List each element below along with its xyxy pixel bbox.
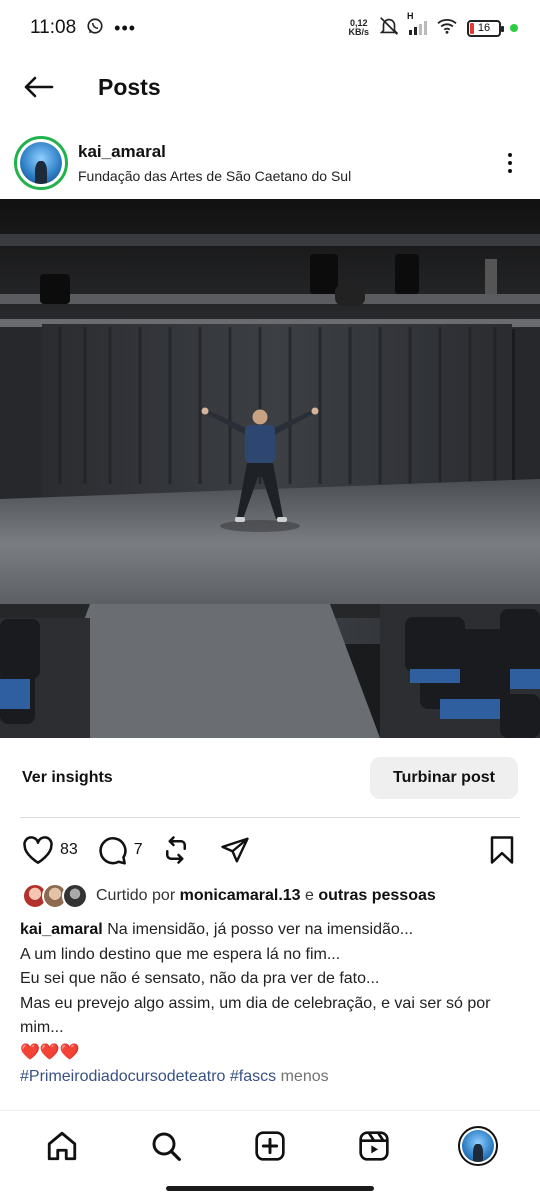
caption-line: Mas eu prevejo algo assim, um dia de cel… (20, 994, 491, 1037)
action-bar: 83 7 (0, 830, 540, 870)
boost-post-button[interactable]: Turbinar post (370, 757, 518, 799)
nav-search[interactable] (141, 1121, 191, 1171)
home-indicator[interactable] (166, 1186, 374, 1191)
view-insights-link[interactable]: Ver insights (22, 769, 113, 787)
home-icon (47, 1131, 77, 1160)
save-button[interactable] (488, 835, 516, 865)
send-icon (221, 837, 249, 863)
liked-by-avatars (22, 883, 88, 909)
nav-profile[interactable] (453, 1121, 503, 1171)
caption-username[interactable]: kai_amaral (20, 921, 103, 938)
arrow-left-icon (24, 76, 54, 98)
liker-avatar (62, 883, 88, 909)
more-notifications-icon: ••• (114, 17, 137, 38)
liked-by-others[interactable]: outras pessoas (318, 887, 435, 904)
network-speed: 0,12 KB/s (348, 18, 369, 37)
post-caption: kai_amaral Na imensidão, já posso ver na… (20, 918, 520, 1090)
repost-button[interactable] (161, 835, 191, 865)
profile-avatar (458, 1125, 498, 1166)
page-title: Posts (98, 73, 161, 100)
comment-button[interactable]: 7 (96, 834, 143, 866)
nav-create[interactable] (245, 1121, 295, 1171)
reels-icon (359, 1130, 389, 1161)
whatsapp-icon (86, 17, 104, 40)
post-username[interactable]: kai_amaral (78, 142, 351, 162)
status-bar: 11:08 ••• 0,12 KB/s H 16 (0, 0, 540, 56)
heart-icon (23, 836, 53, 864)
online-dot (510, 24, 518, 32)
back-button[interactable] (18, 67, 58, 107)
profile-avatar-image (462, 1129, 494, 1162)
caption-line: Eu sei que não é sensato, não da pra ver… (20, 970, 380, 987)
battery-indicator: 16 (467, 19, 504, 37)
top-header: Posts (0, 58, 540, 116)
status-time: 11:08 (30, 17, 77, 38)
liked-by-text[interactable]: Curtido por monicamaral.13 e outras pess… (96, 887, 436, 905)
bottom-navigation (0, 1110, 540, 1180)
avatar-image (20, 142, 62, 184)
liked-by-row[interactable]: Curtido por monicamaral.13 e outras pess… (22, 882, 436, 910)
create-icon (255, 1130, 285, 1161)
more-options-button[interactable] (500, 148, 520, 178)
bookmark-icon (490, 836, 514, 864)
caption-line: Na imensidão, já posso ver na imensidão.… (107, 921, 414, 938)
insights-row: Ver insights Turbinar post (0, 756, 540, 800)
caption-emojis: ❤️❤️❤️ (20, 1043, 80, 1061)
divider (20, 817, 520, 818)
share-button[interactable] (219, 835, 251, 865)
nav-reels[interactable] (349, 1121, 399, 1171)
signal-icon: H (407, 11, 427, 35)
repost-icon (165, 836, 186, 864)
comment-icon (99, 837, 127, 865)
liked-by-user[interactable]: monicamaral.13 (180, 887, 301, 904)
wifi-icon (436, 17, 458, 40)
less-link[interactable]: menos (281, 1068, 329, 1085)
post-image[interactable] (0, 199, 540, 738)
post-header: kai_amaral Fundação das Artes de São Cae… (0, 134, 540, 192)
comments-count[interactable]: 7 (134, 841, 143, 859)
caption-hashtags[interactable]: #Primeirodiadocursodeteatro #fascs (20, 1068, 276, 1085)
caption-line: A um lindo destino que me espera lá no f… (20, 945, 341, 963)
nav-home[interactable] (37, 1121, 87, 1171)
post-location[interactable]: Fundação das Artes de São Caetano do Sul (78, 168, 351, 184)
search-icon (152, 1132, 181, 1161)
mute-icon (378, 15, 400, 42)
likes-count[interactable]: 83 (60, 841, 78, 859)
user-avatar[interactable] (14, 136, 68, 190)
like-button[interactable]: 83 (22, 835, 78, 865)
